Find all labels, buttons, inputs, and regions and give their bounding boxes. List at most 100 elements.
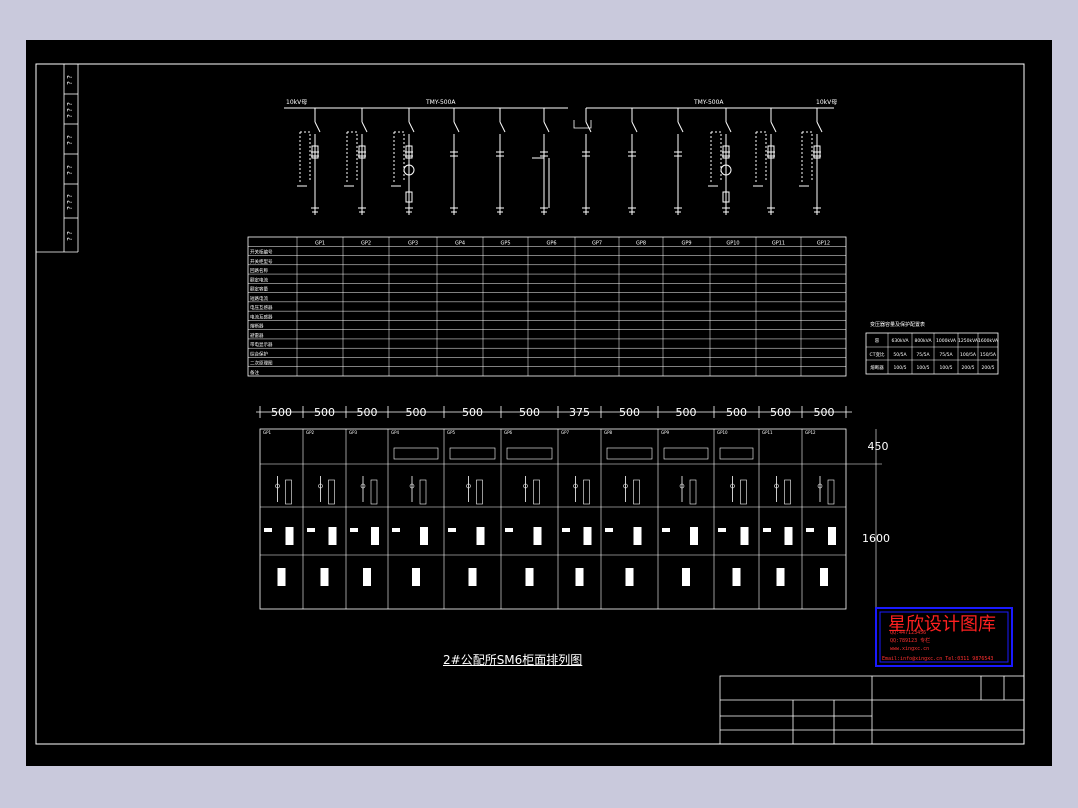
feeder-circuit (344, 108, 368, 215)
width-dimension: 375 (569, 406, 590, 419)
panel-label: GP6 (504, 430, 513, 435)
panel-label: GP12 (805, 430, 816, 435)
panel: GP12 (805, 430, 836, 586)
transformer-table-title: 变压器容量及保护配置表 (870, 321, 925, 328)
table-header-cell: GP11 (772, 240, 785, 246)
panel: GP2 (306, 430, 337, 586)
table-header-cell: GP6 (546, 240, 556, 246)
strip-mark: ? ? ? (66, 194, 74, 210)
parameter-table: GP1 GP2 GP3 GP4 GP5 GP6 GP7 GP8 GP9 GP10 GP11 GP12 开… (247, 236, 847, 377)
stamp-line-4: Email:info@xingxc.cn Tel:0311 9876543 (882, 656, 994, 662)
panel: GP11 (762, 430, 793, 586)
feeder-circuit (391, 108, 415, 215)
table-row-label: 避雷器 (250, 332, 264, 339)
feeder-circuit (628, 108, 638, 215)
table-row-label: 带电显示器 (250, 341, 273, 348)
transformer-cell: 1250kVA (958, 338, 979, 344)
transformer-cell: 630kVA (891, 338, 909, 344)
strip-mark: ? ? (66, 165, 74, 175)
elevation-caption: 2#公配所SM6柜面排列图 (443, 653, 583, 667)
feeder-circuit (799, 108, 823, 215)
panel: GP9 (661, 430, 709, 586)
width-dimension: 500 (619, 406, 640, 419)
table-row-label: 熔断器 (250, 323, 264, 330)
height-dimension-top: 450 (868, 440, 889, 453)
title-block (719, 675, 1025, 745)
panel-label: GP3 (349, 430, 358, 435)
panel: GP5 (447, 430, 496, 586)
panel-label: GP9 (661, 430, 670, 435)
panel-label: GP2 (306, 430, 315, 435)
feeder-circuit (753, 108, 777, 215)
transformer-cell: 100/5 (894, 365, 907, 371)
table-row-label: 开关柜型号 (250, 258, 273, 265)
table-row-label: 二次原理图 (250, 360, 273, 367)
transformer-cell: 1600kVA (978, 338, 999, 344)
transformer-cell: CT变比 (870, 351, 885, 358)
transformer-cell: 75/5A (916, 352, 930, 358)
transformer-cell: 熔断器 (870, 364, 884, 371)
transformer-cell: 100/5 (940, 365, 953, 371)
transformer-cell: 75/5A (939, 352, 953, 358)
table-row-label: 电流互感器 (250, 313, 273, 320)
panel-label: GP7 (561, 430, 570, 435)
width-dimension: 500 (814, 406, 835, 419)
table-row-label: 综合保护 (250, 350, 268, 357)
transformer-cell: 200/5 (982, 365, 995, 371)
feeder-circuit (496, 108, 506, 215)
busbar-left-label: TMY-500A (425, 99, 456, 106)
table-header-cell: GP3 (408, 240, 418, 246)
busbar-right-label: TMY-500A (693, 99, 724, 106)
strip-mark: ? ? (66, 231, 74, 241)
table-row-label: 开关柜编号 (250, 249, 273, 256)
table-header-cell: GP1 (315, 240, 325, 246)
panel: GP1 (263, 430, 294, 586)
table-row-label: 额定电流 (250, 276, 268, 283)
table-header-cell: GP7 (592, 240, 602, 246)
panel: GP4 (391, 430, 439, 586)
table-header-cell: GP8 (636, 240, 646, 246)
transformer-cell: 100/5 (917, 365, 930, 371)
transformer-cell: 200/5 (962, 365, 975, 371)
single-line-diagram (284, 107, 834, 215)
width-dimension: 500 (676, 406, 697, 419)
panel-label: GP4 (391, 430, 400, 435)
feeder-circuit (532, 108, 550, 215)
transformer-cell: 容 (875, 337, 880, 344)
width-dimension: 500 (770, 406, 791, 419)
table-row-label: 备注 (250, 369, 259, 376)
panel-label: GP5 (447, 430, 456, 435)
table-header-cell: GP4 (455, 240, 465, 246)
height-dimension-total: 1600 (862, 532, 890, 545)
width-dimension: 500 (357, 406, 378, 419)
transformer-cell: 150/5A (980, 352, 997, 358)
table-row-label: 短路电流 (250, 295, 268, 302)
panel-label: GP1 (263, 430, 272, 435)
table-row-label: 回路名称 (250, 267, 268, 274)
busbar-right-tag: 10kV母 (816, 99, 837, 106)
stamp-line-1: QQ:447123456 (890, 630, 927, 636)
feeder-circuit (674, 108, 684, 215)
strip-mark: ? ? (66, 75, 74, 85)
feeder-circuit (708, 108, 732, 215)
transformer-cell: 100/5A (960, 352, 977, 358)
table-row-label: 电压互感器 (250, 304, 273, 311)
width-dimension: 500 (271, 406, 292, 419)
feeder-circuit (450, 108, 460, 215)
strip-mark: ? ? (66, 135, 74, 145)
panel: GP8 (604, 430, 653, 586)
transformer-cell: 800kVA (914, 338, 932, 344)
stamp-line-3: www.xingxc.cn (890, 646, 930, 652)
table-header-cell: GP9 (681, 240, 691, 246)
table-header-cell: GP12 (817, 240, 830, 246)
transformer-table: 变压器容量及保护配置表容 630kVA 800kVA 1000kVA 1250kVA 16… (865, 321, 999, 375)
transformer-cell: 1000kVA (936, 338, 957, 344)
panel-label: GP8 (604, 430, 613, 435)
width-dimension: 500 (726, 406, 747, 419)
panel-label: GP11 (762, 430, 773, 435)
table-header-cell: GP10 (726, 240, 739, 246)
panel: GP7 (561, 430, 592, 586)
transformer-cell: 50/5A (893, 352, 907, 358)
busbar-left-tag: 10kV母 (286, 99, 307, 106)
width-dimension: 500 (406, 406, 427, 419)
